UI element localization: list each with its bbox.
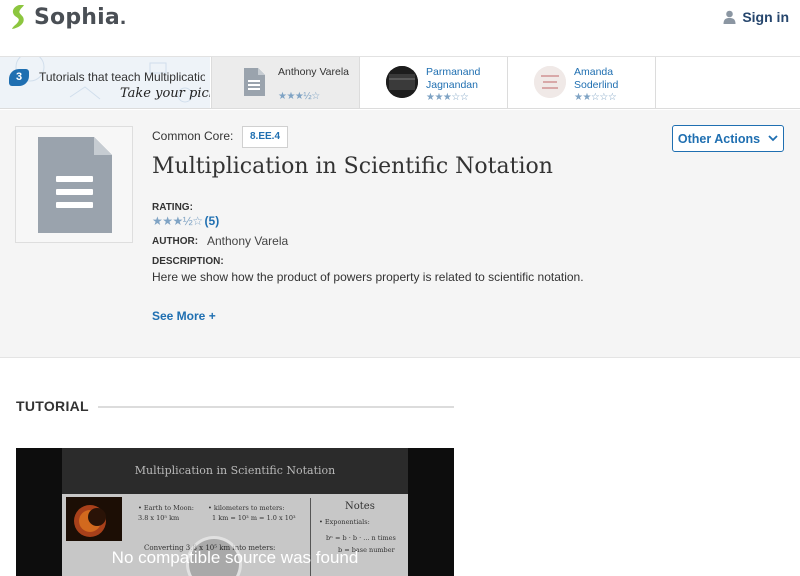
- slide-text-line: 3.8 x 10⁵ km: [138, 514, 180, 522]
- slide-note-line: bⁿ = b · b · ... n times: [326, 534, 396, 542]
- tutor-card-anthony-varela[interactable]: Anthony Varela ★★★½☆: [211, 57, 359, 108]
- heading-divider: [98, 406, 454, 408]
- description-label: DESCRIPTION:: [152, 256, 224, 267]
- description-text: Here we show how the product of powers p…: [152, 270, 584, 284]
- common-core-label: Common Core:: [152, 129, 234, 143]
- tutor-name: Amanda Soderlind: [574, 66, 619, 91]
- slide-notes-heading: Notes: [345, 501, 375, 512]
- sign-in-label: Sign in: [742, 9, 789, 25]
- author-name: Anthony Varela: [207, 234, 289, 248]
- slide-title: Multiplication in Scientific Notation: [134, 464, 336, 477]
- video-error-message: No compatible source was found: [111, 548, 359, 567]
- chevron-down-icon: [768, 135, 778, 142]
- sophia-logo[interactable]: Sophia .: [9, 4, 126, 30]
- tutor-rating-stars: ★★☆☆☆: [574, 92, 617, 103]
- rating-count: (5): [204, 214, 220, 228]
- tutor-name: Parmanand Jagnandan: [426, 66, 481, 91]
- other-actions-button[interactable]: Other Actions: [672, 125, 784, 152]
- tutorials-strip: 3 Tutorials that teach Multiplication in…: [0, 57, 800, 109]
- slide-text-line: • Earth to Moon:: [138, 504, 194, 512]
- site-header: Sophia . Sign in: [0, 0, 800, 57]
- sign-in-link[interactable]: Sign in: [723, 9, 789, 25]
- eclipse-image: [66, 497, 122, 541]
- author-label: AUTHOR:: [152, 236, 199, 247]
- tutor-name: Anthony Varela: [278, 66, 350, 78]
- document-icon-box: [15, 126, 133, 243]
- brand-dot: .: [119, 4, 127, 29]
- tutor-card-amanda-soderlind[interactable]: Amanda Soderlind ★★☆☆☆: [507, 57, 655, 108]
- tutor-rating-stars: ★★★☆☆: [426, 92, 469, 103]
- rating-stars-icon: ★★★½☆: [152, 214, 203, 228]
- document-thumbnail-icon: [238, 66, 270, 98]
- page-title: Multiplication in Scientific Notation: [152, 154, 553, 179]
- tutor-card-parmanand-jagnandan[interactable]: Parmanand Jagnandan ★★★☆☆: [359, 57, 507, 108]
- other-actions-label: Other Actions: [677, 131, 761, 146]
- strip-empty-slot: [655, 57, 800, 108]
- document-icon: [38, 137, 112, 233]
- common-core-badge[interactable]: 8.EE.4: [242, 126, 289, 148]
- brand-name: Sophia: [34, 4, 120, 30]
- slide-text-line: 1 km = 10³ m = 1.0 x 10³: [212, 514, 296, 522]
- slide-text-line: • kilometers to meters:: [208, 504, 285, 512]
- rating-widget[interactable]: ★★★½☆ (5): [152, 214, 219, 228]
- tutor-avatar: [386, 66, 418, 98]
- take-your-pick-label: Take your pick:: [120, 86, 210, 101]
- tutorials-strip-title: Tutorials that teach Multiplication in S…: [39, 70, 205, 84]
- sophia-leaf-icon: [12, 5, 24, 29]
- user-icon: [723, 10, 736, 24]
- tutor-avatar: [534, 66, 566, 98]
- tutorials-intro: 3 Tutorials that teach Multiplication in…: [0, 57, 210, 108]
- tutor-rating-stars: ★★★½☆: [278, 91, 320, 102]
- video-player[interactable]: Multiplication in Scientific Notation • …: [16, 448, 454, 576]
- tutorial-summary: Common Core: 8.EE.4 Other Actions Multip…: [0, 110, 800, 358]
- tutorial-heading: TUTORIAL: [16, 398, 89, 414]
- see-more-link[interactable]: See More +: [152, 309, 216, 323]
- rating-label: RATING:: [152, 202, 193, 213]
- slide-note-line: • Exponentials:: [319, 518, 370, 526]
